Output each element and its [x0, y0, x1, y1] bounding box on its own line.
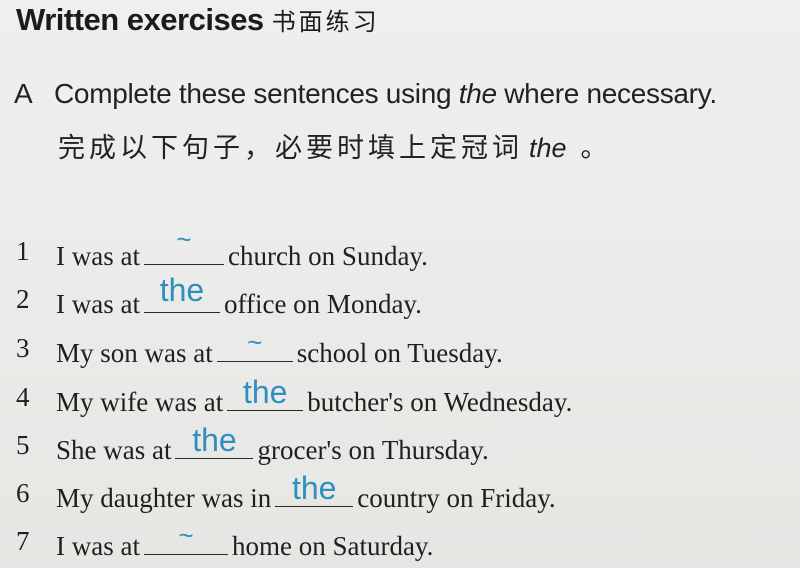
exercise-number: 5	[16, 430, 30, 460]
instruction-chinese: 完成以下句子，必要时填上定冠词 the 。	[58, 126, 612, 165]
exercise-sentence: My wife was at the butcher's on Wednesday.	[56, 376, 573, 418]
exercise-number: 3	[16, 333, 30, 363]
handwritten-answer: the	[159, 272, 205, 308]
sentence-after: church on Sunday.	[227, 241, 428, 271]
exercise-item: 6 My daughter was in the country on Friday…	[0, 472, 800, 518]
title-english: Written exercises	[16, 2, 264, 37]
title-chinese: 书面练习	[271, 8, 380, 36]
sentence-after: grocer's on Thursday.	[257, 435, 489, 465]
exercise-number: 7	[16, 526, 30, 556]
instruction-post: where necessary.	[496, 78, 717, 109]
sentence-after: school on Tuesday.	[296, 338, 503, 368]
answer-blank[interactable]: the	[143, 274, 220, 313]
answer-blank[interactable]: the	[275, 472, 354, 507]
sentence-before: My wife was at	[56, 387, 224, 417]
sentence-before: I was at	[56, 531, 140, 561]
answer-blank[interactable]: the	[175, 424, 254, 459]
page-title: Written exercises 书面练习	[16, 2, 380, 38]
exercise-number: 2	[16, 284, 30, 314]
answer-blank[interactable]: the	[227, 376, 304, 411]
exercise-item: 1 I was at ~ church on Sunday.	[0, 226, 800, 276]
sentence-before: My son was at	[56, 338, 213, 368]
answer-blank[interactable]: ~	[143, 522, 228, 555]
exercise-number: 6	[16, 478, 30, 508]
handwritten-answer: ~	[178, 520, 194, 550]
sentence-before: She was at	[56, 435, 172, 465]
answer-blank[interactable]: ~	[216, 329, 293, 362]
exercise-sentence: I was at ~ church on Sunday.	[56, 226, 428, 272]
exercise-item: 4 My wife was at the butcher's on Wednesda…	[0, 376, 800, 422]
section-letter: A	[14, 78, 33, 109]
instruction-pre: Complete these sentences using	[54, 78, 459, 109]
handwritten-answer: the	[291, 470, 337, 506]
sentence-after: butcher's on Wednesday.	[307, 387, 573, 417]
sentence-before: My daughter was in	[56, 483, 272, 513]
exercise-sentence: My son was at ~ school on Tuesday.	[56, 329, 503, 369]
section-instruction: A Complete these sentences using the wher…	[14, 78, 717, 110]
instruction-emphasis: the	[458, 78, 497, 109]
handwritten-answer: the	[192, 422, 237, 458]
exercise-item: 3 My son was at ~ school on Tuesday.	[0, 329, 800, 373]
exercise-item: 2 I was at the office on Monday.	[0, 274, 800, 324]
instruction-chinese-end: 。	[580, 133, 612, 164]
exercise-sentence: I was at the office on Monday.	[56, 274, 422, 320]
exercise-item: 5 She was at the grocer's on Thursday.	[0, 424, 800, 470]
sentence-after: office on Monday.	[223, 289, 422, 319]
handwritten-answer: ~	[247, 327, 263, 357]
handwritten-answer: the	[242, 374, 288, 410]
handwritten-answer: ~	[176, 224, 192, 254]
sentence-after: home on Saturday.	[231, 531, 434, 561]
exercise-sentence: She was at the grocer's on Thursday.	[56, 424, 489, 466]
answer-blank[interactable]: ~	[143, 226, 224, 265]
exercise-number: 4	[16, 382, 30, 412]
instruction-chinese-text: 完成以下句子，必要时填上定冠词	[58, 133, 523, 164]
textbook-page: Written exercises 书面练习 A Complete these se…	[0, 0, 800, 568]
instruction-chinese-word: the	[529, 133, 567, 163]
exercise-item: 7 I was at ~ home on Saturday.	[0, 522, 800, 566]
sentence-after: country on Friday.	[357, 483, 556, 513]
exercise-sentence: I was at ~ home on Saturday.	[56, 522, 434, 562]
sentence-before: I was at	[56, 241, 140, 271]
sentence-before: I was at	[56, 289, 140, 319]
exercise-sentence: My daughter was in the country on Friday.	[56, 472, 556, 514]
exercise-number: 1	[16, 236, 30, 266]
